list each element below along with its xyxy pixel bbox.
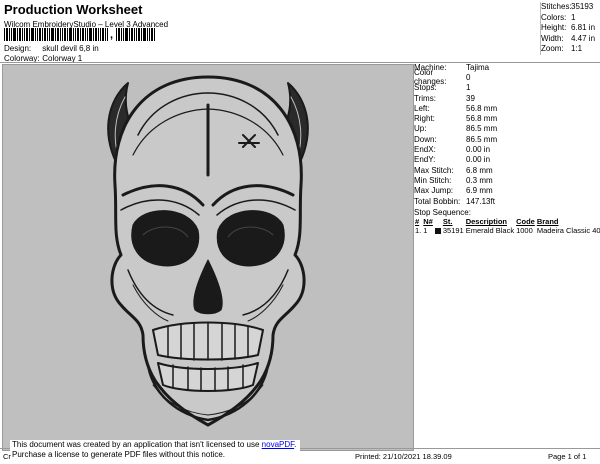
design-preview: [2, 64, 414, 451]
prop-label: Max Jump:: [414, 186, 454, 196]
summary-row-height: Height: 6.81 in: [541, 23, 600, 34]
prop-value: 1: [466, 83, 471, 93]
row-needle: 1: [423, 226, 428, 236]
prop-value: 0.00 in: [466, 145, 491, 155]
summary-row-zoom: Zoom: 1:1: [541, 44, 600, 55]
prop-value: 0: [466, 72, 471, 82]
prop-row: Up: 86.5 mm: [414, 124, 600, 134]
col-code: Code: [516, 217, 535, 227]
summary-value: 35193: [571, 2, 594, 11]
barcode-separator: ,: [110, 29, 114, 41]
summary-value: 1:1: [571, 44, 583, 53]
summary-row-colors: Colors: 1: [541, 13, 600, 24]
prop-label: EndX:: [414, 145, 436, 155]
table-row: 1. 1 35191 Emerald Black 1000 Madeira Cl…: [414, 226, 600, 235]
thread-color-swatch: [434, 226, 442, 235]
machine-properties: Machine: Tajima Color changes: 0 Stops: 1 T…: [414, 62, 600, 236]
prop-row: Right: 56.8 mm: [414, 113, 600, 123]
design-value: skull devil 6,8 in: [42, 44, 99, 53]
prop-row: Left: 56.8 mm: [414, 103, 600, 113]
prop-value: Tajima: [466, 62, 490, 72]
prop-row: Min Stitch: 0.3 mm: [414, 175, 600, 185]
summary-row-stitches: Stitches: 35193: [541, 2, 600, 13]
prop-value: 6.8 mm: [466, 165, 493, 175]
page-number: Page 1 of 1: [548, 452, 587, 461]
page-title: Production Worksheet: [4, 2, 143, 17]
stop-sequence-label: Stop Sequence:: [414, 208, 471, 218]
prop-label: Max Stitch:: [414, 165, 454, 175]
summary-label: Colors:: [541, 12, 567, 22]
design-row: Design: skull devil 6,8 in: [4, 44, 99, 53]
row-code: 1000: [516, 226, 533, 236]
prop-label: Stops:: [414, 83, 437, 93]
prop-value: 0.00 in: [466, 155, 491, 165]
prop-value: 56.8 mm: [466, 103, 498, 113]
row-brand: Madeira Classic 40: [536, 226, 600, 236]
col-description: Description: [465, 217, 507, 227]
prop-label: Trims:: [414, 93, 436, 103]
prop-value: 0.3 mm: [466, 175, 493, 185]
prop-row: EndY: 0.00 in: [414, 155, 600, 165]
barcode-secondary: [116, 28, 155, 41]
prop-value: 86.5 mm: [466, 134, 498, 144]
prop-value: 6.9 mm: [466, 186, 493, 196]
summary-value: 1: [571, 12, 576, 22]
prop-value: 147.13ft: [466, 196, 495, 206]
prop-label: Up:: [414, 124, 427, 134]
col-stitches: St.: [442, 217, 453, 227]
novapdf-link[interactable]: novaPDF: [262, 440, 294, 449]
prop-row: Total Bobbin: 147.13ft: [414, 196, 600, 206]
summary-label: Stitches:: [541, 2, 572, 11]
prop-label: Total Bobbin:: [414, 196, 461, 206]
col-brand: Brand: [536, 217, 559, 227]
footer-left: Cr: [3, 452, 11, 461]
col-number: #: [415, 217, 420, 227]
design-label: Design:: [4, 44, 32, 53]
summary-value: 6.81 in: [571, 23, 596, 32]
summary-label: Zoom:: [541, 44, 564, 53]
prop-row: Max Stitch: 6.8 mm: [414, 165, 600, 175]
prop-label: Min Stitch:: [414, 175, 452, 185]
prop-row: Trims: 39: [414, 93, 600, 103]
summary-value: 4.47 in: [571, 33, 596, 43]
summary-panel: Stitches: 35193 Colors: 1 Height: 6.81 in W…: [540, 2, 600, 55]
prop-label: Down:: [414, 134, 437, 144]
row-description: Emerald Black: [465, 226, 515, 236]
prop-row: Down: 86.5 mm: [414, 134, 600, 144]
prop-value: 39: [466, 93, 475, 103]
summary-row-width: Width: 4.47 in: [541, 34, 600, 45]
printed-timestamp: Printed: 21/10/2021 18.39.09: [355, 452, 452, 461]
barcode: [4, 28, 108, 41]
col-needle: N#: [423, 217, 433, 227]
prop-value: 86.5 mm: [466, 124, 498, 134]
notice-purchase-text: Purchase a license to generate PDF files…: [12, 450, 225, 459]
prop-value: 56.8 mm: [466, 114, 498, 124]
skull-devil-embroidery-image: [107, 75, 309, 427]
prop-row: Stops: 1: [414, 83, 600, 93]
notice-text-end: .: [294, 440, 297, 449]
license-notice: This document was created by an applicat…: [10, 440, 300, 460]
stop-sequence-header: # N# St. Description Code Brand: [414, 217, 600, 226]
summary-label: Height:: [541, 23, 567, 32]
stop-sequence-table: # N# St. Description Code Brand 1. 1 351…: [414, 217, 600, 235]
summary-label: Width:: [541, 33, 564, 43]
prop-row: Color changes: 0: [414, 68, 600, 86]
row-stitches: 35191: [442, 226, 464, 236]
prop-label: Right:: [414, 114, 435, 124]
row-number: 1.: [415, 226, 422, 236]
col-swatch: [434, 217, 442, 226]
prop-label: EndY:: [414, 155, 436, 165]
prop-row: Max Jump: 6.9 mm: [414, 186, 600, 196]
notice-text: This document was created by an applicat…: [12, 440, 262, 449]
prop-label: Left:: [414, 103, 430, 113]
prop-row: EndX: 0.00 in: [414, 144, 600, 154]
